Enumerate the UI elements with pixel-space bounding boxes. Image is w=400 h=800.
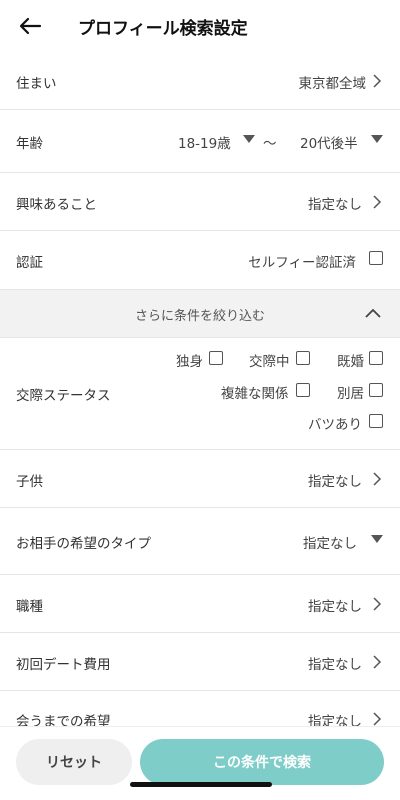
option-married-checkbox[interactable] [369, 351, 383, 365]
selfie-verified-checkbox[interactable] [369, 251, 383, 265]
dropdown-icon [371, 535, 383, 543]
age-to-value[interactable]: 20代後半 [300, 132, 358, 152]
search-button[interactable]: この条件で検索 [140, 739, 384, 785]
children-row[interactable]: 子供 指定なし [0, 450, 400, 508]
children-value: 指定なし [308, 474, 362, 490]
first-date-cost-value: 指定なし [308, 657, 362, 673]
reset-button[interactable]: リセット [16, 739, 132, 785]
chevron-right-icon [373, 655, 382, 669]
preferred-type-label: お相手の希望のタイプ [16, 536, 151, 552]
option-separated-checkbox[interactable] [369, 383, 383, 397]
occupation-value: 指定なし [308, 599, 362, 615]
home-indicator [130, 782, 272, 787]
option-dating-checkbox[interactable] [296, 351, 310, 365]
preferred-type-row[interactable]: お相手の希望のタイプ 指定なし [0, 508, 400, 575]
chevron-right-icon [373, 74, 382, 88]
header: プロフィール検索設定 [0, 0, 400, 52]
more-filters-label: さらに条件を絞り込む [134, 309, 265, 324]
age-from-value[interactable]: 18-19歳 [178, 132, 231, 152]
occupation-label: 職種 [16, 599, 43, 615]
chevron-up-icon [365, 308, 381, 318]
chevron-right-icon [373, 712, 382, 726]
preferred-type-value: 指定なし [303, 536, 357, 552]
age-from-dropdown-icon[interactable] [243, 135, 255, 143]
first-date-cost-row[interactable]: 初回デート費用 指定なし [0, 633, 400, 691]
footer-action-bar: リセット この条件で検索 [0, 726, 400, 800]
interests-row[interactable]: 興味あること 指定なし [0, 173, 400, 231]
age-to-dropdown-icon[interactable] [371, 135, 383, 143]
option-divorced-label: バツあり [308, 417, 362, 433]
option-single-label: 独身 [176, 354, 203, 370]
option-dating-label: 交際中 [249, 354, 290, 370]
first-date-cost-label: 初回デート費用 [16, 657, 111, 673]
chevron-right-icon [373, 472, 382, 486]
arrow-left-icon[interactable] [18, 14, 42, 38]
verification-row: 認証 セルフィー認証済 [0, 231, 400, 290]
chevron-right-icon [373, 597, 382, 611]
verification-label: 認証 [16, 255, 43, 271]
option-divorced-checkbox[interactable] [369, 414, 383, 428]
option-separated-label: 別居 [337, 386, 364, 402]
interests-value: 指定なし [308, 197, 362, 213]
residence-row[interactable]: 住まい 東京都全域 [0, 52, 400, 110]
residence-value: 東京都全域 [298, 76, 367, 92]
relationship-status-row: 交際ステータス 独身 交際中 既婚 複雑な関係 別居 バツあり [0, 338, 400, 450]
age-separator: 〜 [263, 136, 277, 152]
occupation-row[interactable]: 職種 指定なし [0, 575, 400, 633]
more-filters-toggle[interactable]: さらに条件を絞り込む [0, 290, 400, 338]
interests-label: 興味あること [16, 197, 97, 213]
age-row: 年齢 18-19歳 〜 20代後半 [0, 110, 400, 173]
option-complicated-label: 複雑な関係 [221, 386, 289, 402]
chevron-right-icon [373, 195, 382, 209]
option-married-label: 既婚 [337, 354, 364, 370]
residence-label: 住まい [16, 76, 57, 92]
option-single-checkbox[interactable] [209, 351, 223, 365]
relationship-status-label: 交際ステータス [16, 388, 111, 404]
page-title: プロフィール検索設定 [78, 19, 248, 39]
age-label: 年齢 [16, 136, 43, 152]
selfie-verified-label: セルフィー認証済 [248, 255, 356, 271]
children-label: 子供 [16, 474, 43, 490]
option-complicated-checkbox[interactable] [296, 383, 310, 397]
